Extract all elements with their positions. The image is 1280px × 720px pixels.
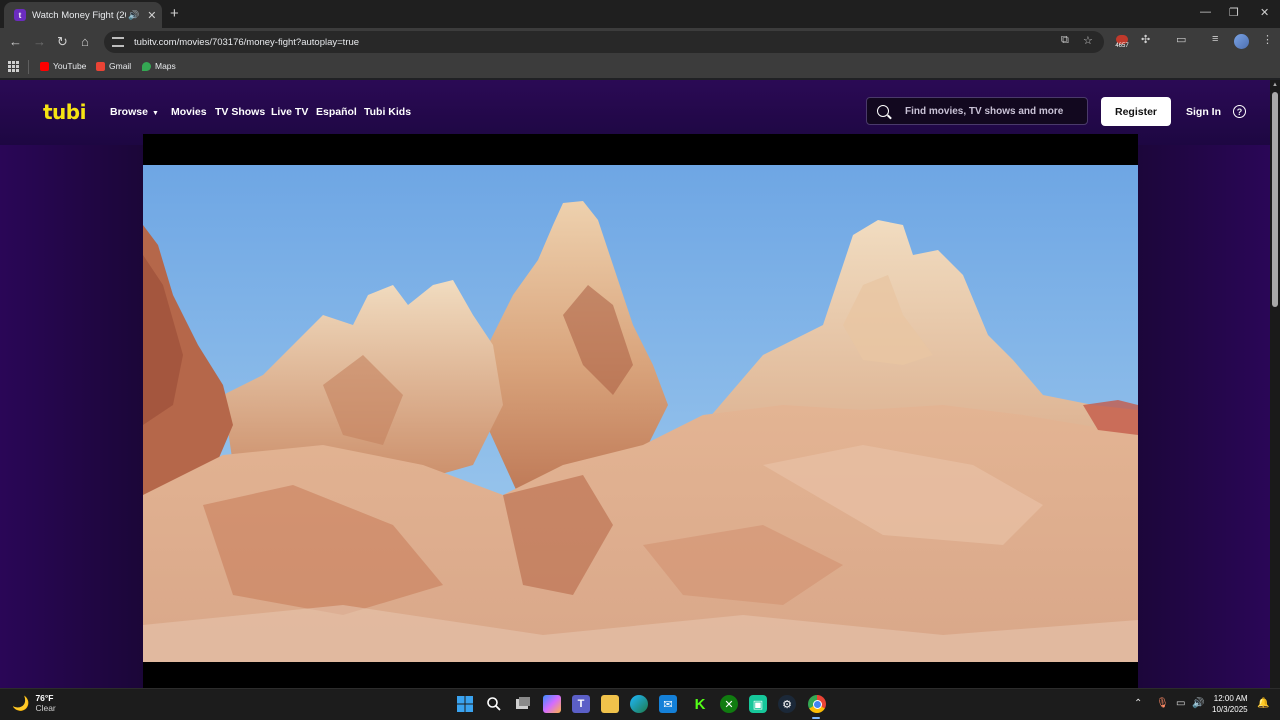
restore-icon[interactable]: ❐ <box>1229 6 1239 19</box>
nav-tubi-kids[interactable]: Tubi Kids <box>364 106 411 118</box>
nav-tv-shows[interactable]: TV Shows <box>215 106 265 118</box>
microphone-icon[interactable]: 🎙 <box>1156 698 1169 709</box>
task-view-icon[interactable] <box>514 695 532 713</box>
bookmark-star-icon[interactable]: ☆ <box>1083 34 1093 47</box>
reload-icon[interactable]: ↻ <box>57 34 68 50</box>
back-icon[interactable]: ← <box>9 34 22 50</box>
bookmark-label: Gmail <box>109 61 132 71</box>
help-icon[interactable]: ? <box>1233 105 1246 118</box>
volume-icon[interactable]: 🔊 <box>1192 698 1204 709</box>
scrollbar-thumb[interactable] <box>1272 92 1278 307</box>
notifications-bell-icon[interactable]: 🔔 <box>1257 698 1269 709</box>
show-hidden-icons-icon[interactable]: ⌃ <box>1134 698 1142 709</box>
browser-toolbar: ← → ↻ ⌂ tubitv.com/movies/703176/money-f… <box>0 28 1280 56</box>
sign-in-link[interactable]: Sign In <box>1186 106 1221 118</box>
audio-playing-icon[interactable]: 🔊 <box>128 10 139 21</box>
weather-condition: Clear <box>35 703 56 713</box>
copilot-icon[interactable] <box>543 695 561 713</box>
desert-rock-scene <box>143 165 1138 662</box>
youtube-icon <box>40 61 49 71</box>
profile-avatar[interactable] <box>1234 34 1249 49</box>
close-tab-icon[interactable]: ✕ <box>147 9 156 22</box>
edge-icon[interactable] <box>630 695 648 713</box>
start-icon[interactable] <box>456 695 474 713</box>
active-app-indicator <box>812 717 820 719</box>
moon-icon: 🌙 <box>12 694 30 711</box>
nav-movies[interactable]: Movies <box>171 106 207 118</box>
windows-taskbar: 🌙 76°F Clear T ✉ K ✕ ▣ ⚙ ⌃ 🎙 ▭ 🔊 12:00 A… <box>0 688 1280 720</box>
chevron-down-icon: ▼ <box>151 110 159 117</box>
media-controls-icon[interactable]: ≡ <box>1212 33 1218 45</box>
teams-icon[interactable]: T <box>572 695 590 713</box>
weather-temperature: 76°F <box>35 693 54 703</box>
scroll-up-icon[interactable]: ▲ <box>1272 82 1278 88</box>
bookmarks-bar <box>0 56 1280 78</box>
gmail-icon <box>96 61 105 71</box>
register-button[interactable]: Register <box>1101 97 1171 126</box>
tubi-favicon-icon: t <box>14 9 26 21</box>
video-frame[interactable] <box>143 165 1138 662</box>
search-icon[interactable] <box>877 105 889 117</box>
search-input[interactable] <box>903 104 1077 118</box>
bookmark-label: Maps <box>155 61 176 71</box>
search-icon[interactable] <box>485 695 503 713</box>
maps-pin-icon <box>142 61 151 71</box>
tubi-logo[interactable]: tubi <box>43 100 86 124</box>
home-icon[interactable]: ⌂ <box>81 34 89 50</box>
kick-icon[interactable]: K <box>691 695 709 713</box>
chrome-icon[interactable] <box>808 695 826 713</box>
clock-date: 10/3/2025 <box>1212 705 1248 714</box>
minimize-icon[interactable]: — <box>1200 6 1211 18</box>
close-window-icon[interactable]: ✕ <box>1260 6 1269 19</box>
video-player[interactable] <box>143 134 1138 688</box>
clock-time: 12:00 AM <box>1213 694 1248 703</box>
bookmark-label: YouTube <box>53 61 87 71</box>
system-clock[interactable]: 12:00 AM 10/3/2025 <box>1212 693 1248 715</box>
steam-icon[interactable]: ⚙ <box>778 695 796 713</box>
file-explorer-icon[interactable] <box>601 695 619 713</box>
bookmark-youtube[interactable]: YouTube <box>40 61 86 71</box>
side-panel-icon[interactable]: ▭ <box>1176 33 1186 46</box>
forward-icon[interactable]: → <box>33 34 46 50</box>
nav-live-tv[interactable]: Live TV <box>271 106 308 118</box>
bookmarks-separator <box>28 60 29 74</box>
address-bar[interactable]: tubitv.com/movies/703176/money-fight?aut… <box>104 31 1104 53</box>
network-icon[interactable]: ▭ <box>1176 698 1185 709</box>
bookmark-maps[interactable]: Maps <box>142 61 176 71</box>
new-tab-icon[interactable]: + <box>170 5 179 22</box>
tab-title: Watch Money Fight (2012) <box>32 9 126 21</box>
apps-grid-icon[interactable] <box>8 61 19 72</box>
browser-tab[interactable]: t Watch Money Fight (2012) 🔊 ✕ <box>4 2 162 28</box>
xbox-icon[interactable]: ✕ <box>720 695 738 713</box>
search-box[interactable] <box>866 97 1088 125</box>
nav-browse[interactable]: Browse ▼ <box>110 106 159 118</box>
url-text[interactable]: tubitv.com/movies/703176/money-fight?aut… <box>134 37 359 48</box>
chrome-menu-icon[interactable]: ⋮ <box>1262 33 1273 46</box>
game-bar-icon[interactable]: ▣ <box>749 695 767 713</box>
nav-espanol[interactable]: Español <box>316 106 357 118</box>
page-viewport: tubi Browse ▼ Movies TV Shows Live TV Esp… <box>0 80 1270 688</box>
install-app-icon[interactable]: ⧉ <box>1061 34 1069 47</box>
bookmark-gmail[interactable]: Gmail <box>96 61 131 71</box>
tab-strip: t Watch Money Fight (2012) 🔊 ✕ + — ❐ ✕ <box>0 0 1280 28</box>
extension-badge-icon[interactable]: 4657 <box>1112 34 1132 50</box>
extensions-icon[interactable]: ✣ <box>1141 33 1150 46</box>
nav-browse-label: Browse <box>110 106 148 118</box>
extension-badge-count: 4657 <box>1115 43 1129 49</box>
weather-widget[interactable]: 🌙 76°F Clear <box>12 693 56 713</box>
site-info-icon[interactable] <box>112 37 124 47</box>
mail-icon[interactable]: ✉ <box>659 695 677 713</box>
